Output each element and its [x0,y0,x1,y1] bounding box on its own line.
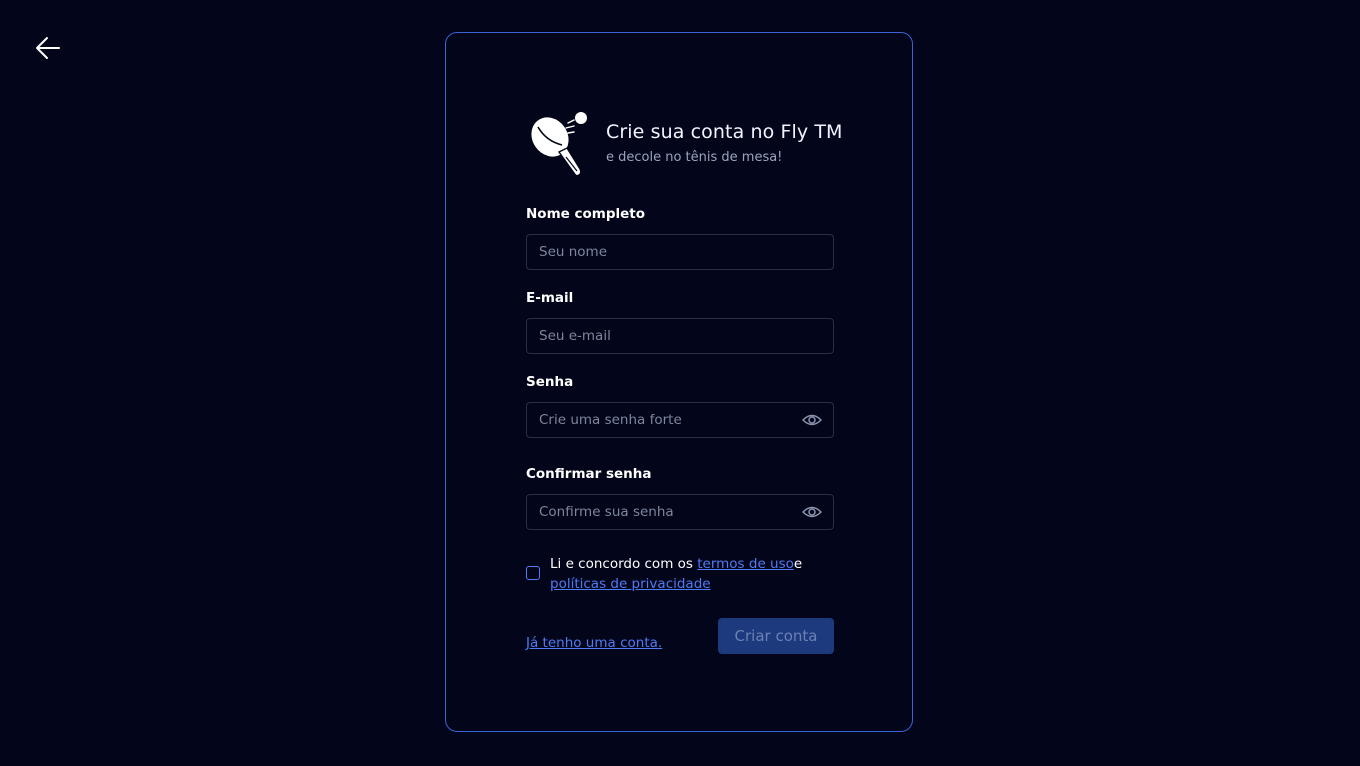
terms-prefix: Li e concordo com os [550,556,698,572]
privacy-policy-link[interactable]: políticas de privacidade [550,576,711,592]
page-subtitle: e decole no tênis de mesa! [606,150,783,165]
password-field [526,402,834,438]
name-label: Nome completo [526,206,646,222]
password-label: Senha [526,374,574,390]
terms-of-use-link[interactable]: termos de uso [697,556,794,572]
confirm-password-input[interactable] [527,495,833,529]
terms-text: Li e concordo com os termos de usoe polít… [550,554,834,594]
email-label: E-mail [526,290,574,306]
terms-conjunction: e [793,556,803,572]
ping-pong-paddle-icon [530,112,587,177]
confirm-password-field [526,494,834,530]
confirm-password-label: Confirmar senha [526,466,652,482]
email-input[interactable] [527,319,833,353]
back-arrow-icon[interactable] [34,34,62,62]
card-header: Crie sua conta no Fly TM e decole no tên… [526,111,842,181]
password-input[interactable] [527,403,833,437]
terms-agreement: Li e concordo com os termos de usoe polít… [526,554,834,598]
name-field [526,234,834,270]
terms-checkbox[interactable] [526,566,540,580]
email-field [526,318,834,354]
login-link[interactable]: Já tenho uma conta. [526,635,662,651]
eye-icon[interactable] [802,503,822,521]
create-account-button[interactable]: Criar conta [718,618,834,654]
name-input[interactable] [527,235,833,269]
page-title: Crie sua conta no Fly TM [606,121,843,143]
signup-card: Crie sua conta no Fly TM e decole no tên… [445,32,913,732]
eye-icon[interactable] [802,411,822,429]
